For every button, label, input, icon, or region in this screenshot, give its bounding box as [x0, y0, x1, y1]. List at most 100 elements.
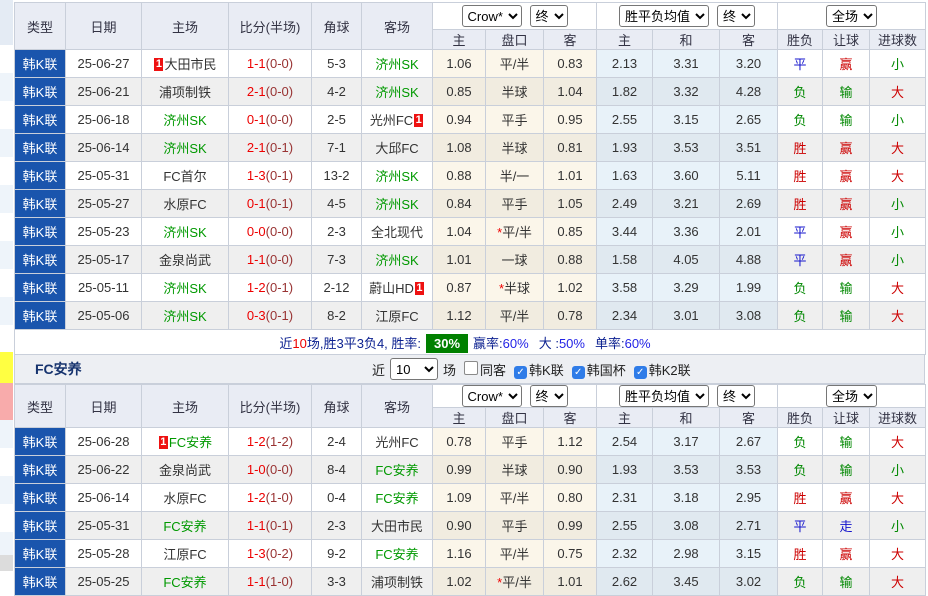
col-home: 主场 — [142, 3, 229, 50]
result-wl-cell: 平 — [778, 218, 823, 246]
result-wl-cell: 负 — [778, 106, 823, 134]
odds-away-cell: 1.02 — [544, 274, 597, 302]
result-wl-cell: 负 — [778, 78, 823, 106]
checkbox-unchecked-icon[interactable] — [464, 361, 478, 375]
result-wl-cell: 负 — [778, 456, 823, 484]
result-goals-cell: 小 — [870, 512, 926, 540]
league-cell: 韩K联 — [15, 50, 66, 78]
recent-label: 近 — [372, 360, 385, 379]
home-team-cell: 水原FC — [142, 190, 229, 218]
score-cell: 0-0(0-0) — [229, 218, 312, 246]
result-wl-cell: 负 — [778, 428, 823, 456]
clipped-left-table-edge — [0, 0, 13, 571]
result-handicap-cell: 输 — [823, 456, 870, 484]
filter-label[interactable]: 同客 — [480, 363, 506, 378]
score-cell: 1-1(0-1) — [229, 512, 312, 540]
checkbox-checked-icon[interactable] — [634, 366, 647, 379]
final-mean-select[interactable]: 终 — [717, 385, 755, 407]
odds-home-cell: 0.84 — [433, 190, 486, 218]
col-mean-home: 主 — [597, 408, 653, 428]
score-cell: 1-3(0-1) — [229, 162, 312, 190]
league-cell: 韩K联 — [15, 568, 66, 596]
mean-select[interactable]: 胜平负均值 — [619, 385, 709, 407]
result-wl-cell: 胜 — [778, 134, 823, 162]
odds-away-cell: 1.04 — [544, 78, 597, 106]
mean-away-cell: 3.15 — [720, 540, 778, 568]
col-mean-draw: 和 — [653, 30, 720, 50]
date-cell: 25-05-06 — [66, 302, 142, 330]
handicap-line-cell: 半球 — [486, 78, 544, 106]
team-name: 浦项制铁 — [371, 575, 423, 590]
away-team-cell: 光州FC — [362, 428, 433, 456]
summary-row: 近10场,胜3平3负4, 胜率:30%赢率:60%大 :50%单率:60% — [15, 330, 926, 355]
match-row: 韩K联25-05-11济州SK1-2(0-1)2-12蔚山HD10.87*半球1… — [15, 274, 926, 302]
handicap-line-cell: 平手 — [486, 106, 544, 134]
result-goals-cell: 大 — [870, 134, 926, 162]
mean-away-cell: 2.65 — [720, 106, 778, 134]
col-away: 客场 — [362, 3, 433, 50]
col-home: 主场 — [142, 385, 229, 428]
team-name: FC安养 — [375, 491, 418, 506]
mean-home-cell: 2.55 — [597, 106, 653, 134]
date-cell: 25-06-18 — [66, 106, 142, 134]
mean-draw-cell: 3.32 — [653, 78, 720, 106]
score-cell: 1-1(1-0) — [229, 568, 312, 596]
home-team-cell: 济州SK — [142, 106, 229, 134]
home-team-cell: 江原FC — [142, 540, 229, 568]
away-team-cell: 大邱FC — [362, 134, 433, 162]
handicap-line-cell: 平/半 — [486, 540, 544, 568]
filter-label[interactable]: 韩国杯 — [587, 363, 626, 378]
checkbox-checked-icon[interactable] — [572, 366, 585, 379]
team-name: 水原FC — [163, 491, 206, 506]
result-handicap-cell: 赢 — [823, 484, 870, 512]
mean-draw-cell: 2.98 — [653, 540, 720, 568]
recent-count-select[interactable]: 10 — [390, 358, 438, 380]
home-team-cell: 金泉尚武 — [142, 456, 229, 484]
col-handicap: 让球 — [823, 30, 870, 50]
filter-label[interactable]: 韩K联 — [529, 363, 564, 378]
team-name: 济州SK — [375, 85, 418, 100]
mean-dropdown-cell: 胜平负均值终 — [597, 3, 778, 30]
league-cell: 韩K联 — [15, 484, 66, 512]
scope-select[interactable]: 全场 — [826, 5, 877, 27]
final-odds-select[interactable]: 终 — [530, 5, 568, 27]
result-goals-cell: 大 — [870, 540, 926, 568]
team-name: 大田市民 — [371, 519, 423, 534]
match-row: 韩K联25-06-14水原FC1-2(1-0)0-4FC安养1.09平/半0.8… — [15, 484, 926, 512]
checkbox-checked-icon[interactable] — [514, 366, 527, 379]
odds-home-cell: 1.02 — [433, 568, 486, 596]
final-mean-select[interactable]: 终 — [717, 5, 755, 27]
handicap-line-cell: 平/半 — [486, 484, 544, 512]
corners-cell: 2-3 — [312, 218, 362, 246]
col-corners: 角球 — [312, 385, 362, 428]
date-cell: 25-05-11 — [66, 274, 142, 302]
scope-select[interactable]: 全场 — [826, 385, 877, 407]
team-name: FC安养 — [169, 435, 212, 450]
bookmaker-select[interactable]: Crow* — [462, 5, 522, 27]
mean-away-cell: 2.95 — [720, 484, 778, 512]
corners-cell: 2-12 — [312, 274, 362, 302]
team-name: FC安养 — [163, 519, 206, 534]
result-goals-cell: 大 — [870, 428, 926, 456]
mean-select[interactable]: 胜平负均值 — [619, 5, 709, 27]
final-odds-select[interactable]: 终 — [530, 385, 568, 407]
score-cell: 0-1(0-0) — [229, 106, 312, 134]
score-cell: 1-3(0-2) — [229, 540, 312, 568]
match-history-panel: 类型 日期 主场 比分(半场) 角球 客场 Crow*终 胜平负均值终 全场 主… — [14, 2, 925, 596]
mean-home-cell: 3.44 — [597, 218, 653, 246]
filter-label[interactable]: 韩K2联 — [649, 363, 691, 378]
bookmaker-select[interactable]: Crow* — [462, 385, 522, 407]
date-cell: 25-05-25 — [66, 568, 142, 596]
odds-home-cell: 0.85 — [433, 78, 486, 106]
handicap-line-cell: 平手 — [486, 512, 544, 540]
league-cell: 韩K联 — [15, 540, 66, 568]
mean-draw-cell: 3.18 — [653, 484, 720, 512]
odds-home-cell: 0.99 — [433, 456, 486, 484]
odds-away-cell: 1.05 — [544, 190, 597, 218]
result-handicap-cell: 走 — [823, 512, 870, 540]
result-handicap-cell: 输 — [823, 274, 870, 302]
match-row: 韩K联25-05-27水原FC0-1(0-1)4-5济州SK0.84平手1.05… — [15, 190, 926, 218]
mean-draw-cell: 3.21 — [653, 190, 720, 218]
odds-home-cell: 0.94 — [433, 106, 486, 134]
mean-away-cell: 3.53 — [720, 456, 778, 484]
